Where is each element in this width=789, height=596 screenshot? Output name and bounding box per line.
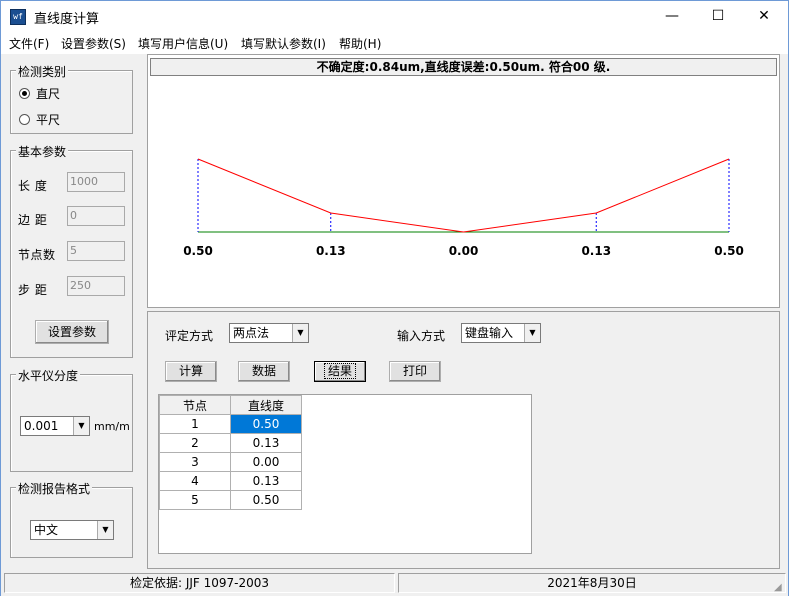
close-icon: ✕ <box>758 8 770 24</box>
table-row[interactable]: 5 0.50 <box>159 490 302 510</box>
margin-field[interactable]: 0 <box>67 206 125 226</box>
menu-help[interactable]: 帮助(H) <box>339 35 381 52</box>
radio-flat-ruler[interactable]: 平尺 <box>19 111 60 128</box>
menu-bar: 文件(F) 设置参数(S) 填写用户信息(U) 填写默认参数(I) 帮助(H) <box>1 32 788 54</box>
report-group: 检测报告格式 中文 ▼ <box>10 480 133 558</box>
chart-value-label: 0.00 <box>449 244 479 258</box>
input-method-select[interactable]: 键盘输入 ▼ <box>461 323 541 343</box>
step-field[interactable]: 250 <box>67 276 125 296</box>
print-button[interactable]: 打印 <box>389 361 441 382</box>
eval-method-value: 两点法 <box>233 326 270 340</box>
menu-file[interactable]: 文件(F) <box>9 35 49 52</box>
close-button[interactable]: ✕ <box>741 1 787 32</box>
radio-checked-icon <box>19 88 30 99</box>
app-window: wf 直线度计算 — ☐ ✕ 文件(F) 设置参数(S) 填写用户信息(U) 填… <box>0 0 789 596</box>
calculate-button[interactable]: 计算 <box>165 361 217 382</box>
result-button[interactable]: 结果 <box>314 361 366 382</box>
level-select[interactable]: 0.001 ▼ <box>20 416 90 436</box>
chart-value-label: 0.50 <box>183 244 213 258</box>
input-method-label: 输入方式 <box>397 329 446 343</box>
resize-grip-icon[interactable]: ◢ <box>774 582 786 594</box>
input-method-value: 键盘输入 <box>465 326 514 340</box>
radio-ruler-label: 直尺 <box>36 87 61 101</box>
grid-cell-node[interactable]: 5 <box>159 490 231 510</box>
grid-cell-node[interactable]: 3 <box>159 452 231 472</box>
chevron-down-icon: ▼ <box>292 324 308 342</box>
menu-default-params[interactable]: 填写默认参数(I) <box>241 35 326 52</box>
length-field[interactable]: 1000 <box>67 172 125 192</box>
status-date: 2021年8月30日 <box>398 573 786 593</box>
level-title: 水平仪分度 <box>16 367 81 384</box>
result-summary: 不确定度:0.84um,直线度误差:0.50um. 符合00 级. <box>150 58 777 76</box>
step-label: 步 距 <box>18 283 48 297</box>
chart-panel: 不确定度:0.84um,直线度误差:0.50um. 符合00 级. 0.50 0.… <box>147 54 780 308</box>
maximize-icon: ☐ <box>711 8 725 24</box>
basic-params-title: 基本参数 <box>16 143 69 160</box>
eval-method-select[interactable]: 两点法 ▼ <box>229 323 309 343</box>
radio-ruler[interactable]: 直尺 <box>19 85 60 102</box>
grid-cell-value[interactable]: 0.13 <box>230 471 302 491</box>
grid-cell-value[interactable]: 0.50 <box>230 490 302 510</box>
level-value: 0.001 <box>24 419 59 433</box>
chevron-down-icon: ▼ <box>524 324 540 342</box>
status-bar: 检定依据: JJF 1097-2003 2021年8月30日 ◢ <box>1 571 788 596</box>
grid-cell-value[interactable]: 0.00 <box>230 452 302 472</box>
menu-settings[interactable]: 设置参数(S) <box>61 35 126 52</box>
control-panel: 评定方式 两点法 ▼ 输入方式 键盘输入 ▼ 计算 数据 结果 打印 节点 直线… <box>147 311 780 569</box>
node-count-field[interactable]: 5 <box>67 241 125 261</box>
radio-unchecked-icon <box>19 114 30 125</box>
basic-params-group: 基本参数 长 度 1000 边 距 0 节点数 5 步 距 250 设置参数 <box>10 143 133 358</box>
minimize-button[interactable]: — <box>649 1 695 32</box>
results-grid[interactable]: 节点 直线度 1 0.50 2 0.13 3 0.00 4 0.13 5 0.5… <box>158 394 532 554</box>
chart-value-label: 0.13 <box>581 244 611 258</box>
grid-cell-node[interactable]: 2 <box>159 433 231 453</box>
window-title: 直线度计算 <box>34 12 100 27</box>
node-count-label: 节点数 <box>18 248 56 262</box>
chevron-down-icon: ▼ <box>73 417 89 435</box>
detect-type-title: 检测类别 <box>16 63 69 80</box>
app-icon: wf <box>10 9 26 25</box>
radio-flat-ruler-label: 平尺 <box>36 113 61 127</box>
grid-cell-node[interactable]: 1 <box>159 414 231 434</box>
grid-cell-value[interactable]: 0.13 <box>230 433 302 453</box>
maximize-button[interactable]: ☐ <box>695 1 741 32</box>
report-title: 检测报告格式 <box>16 480 93 497</box>
table-row[interactable]: 2 0.13 <box>159 433 302 453</box>
minimize-icon: — <box>665 8 679 24</box>
set-params-button[interactable]: 设置参数 <box>35 320 109 344</box>
status-basis: 检定依据: JJF 1097-2003 <box>4 573 395 593</box>
grid-cell-value[interactable]: 0.50 <box>230 414 302 434</box>
straightness-chart: 0.50 0.13 0.00 0.13 0.50 <box>183 158 744 258</box>
grid-cell-node[interactable]: 4 <box>159 471 231 491</box>
table-row[interactable]: 4 0.13 <box>159 471 302 491</box>
chart-value-label: 0.13 <box>316 244 346 258</box>
menu-user-info[interactable]: 填写用户信息(U) <box>138 35 228 52</box>
data-button[interactable]: 数据 <box>238 361 290 382</box>
detect-type-group: 检测类别 直尺 平尺 <box>10 63 133 134</box>
chevron-down-icon: ▼ <box>97 521 113 539</box>
level-unit: mm/m <box>94 420 130 433</box>
eval-method-label: 评定方式 <box>165 329 214 343</box>
chart-series-line <box>197 158 730 233</box>
chart-value-label: 0.50 <box>714 244 744 258</box>
grid-header-node[interactable]: 节点 <box>159 395 231 415</box>
margin-label: 边 距 <box>18 213 48 227</box>
grid-header-straightness[interactable]: 直线度 <box>230 395 302 415</box>
report-format-value: 中文 <box>34 523 59 537</box>
result-button-label: 结果 <box>323 363 356 379</box>
title-bar[interactable]: wf 直线度计算 — ☐ ✕ <box>1 1 788 32</box>
report-format-select[interactable]: 中文 ▼ <box>30 520 114 540</box>
table-row[interactable]: 1 0.50 <box>159 414 302 434</box>
length-label: 长 度 <box>18 179 48 193</box>
level-group: 水平仪分度 0.001 ▼ mm/m <box>10 367 133 472</box>
table-row[interactable]: 3 0.00 <box>159 452 302 472</box>
